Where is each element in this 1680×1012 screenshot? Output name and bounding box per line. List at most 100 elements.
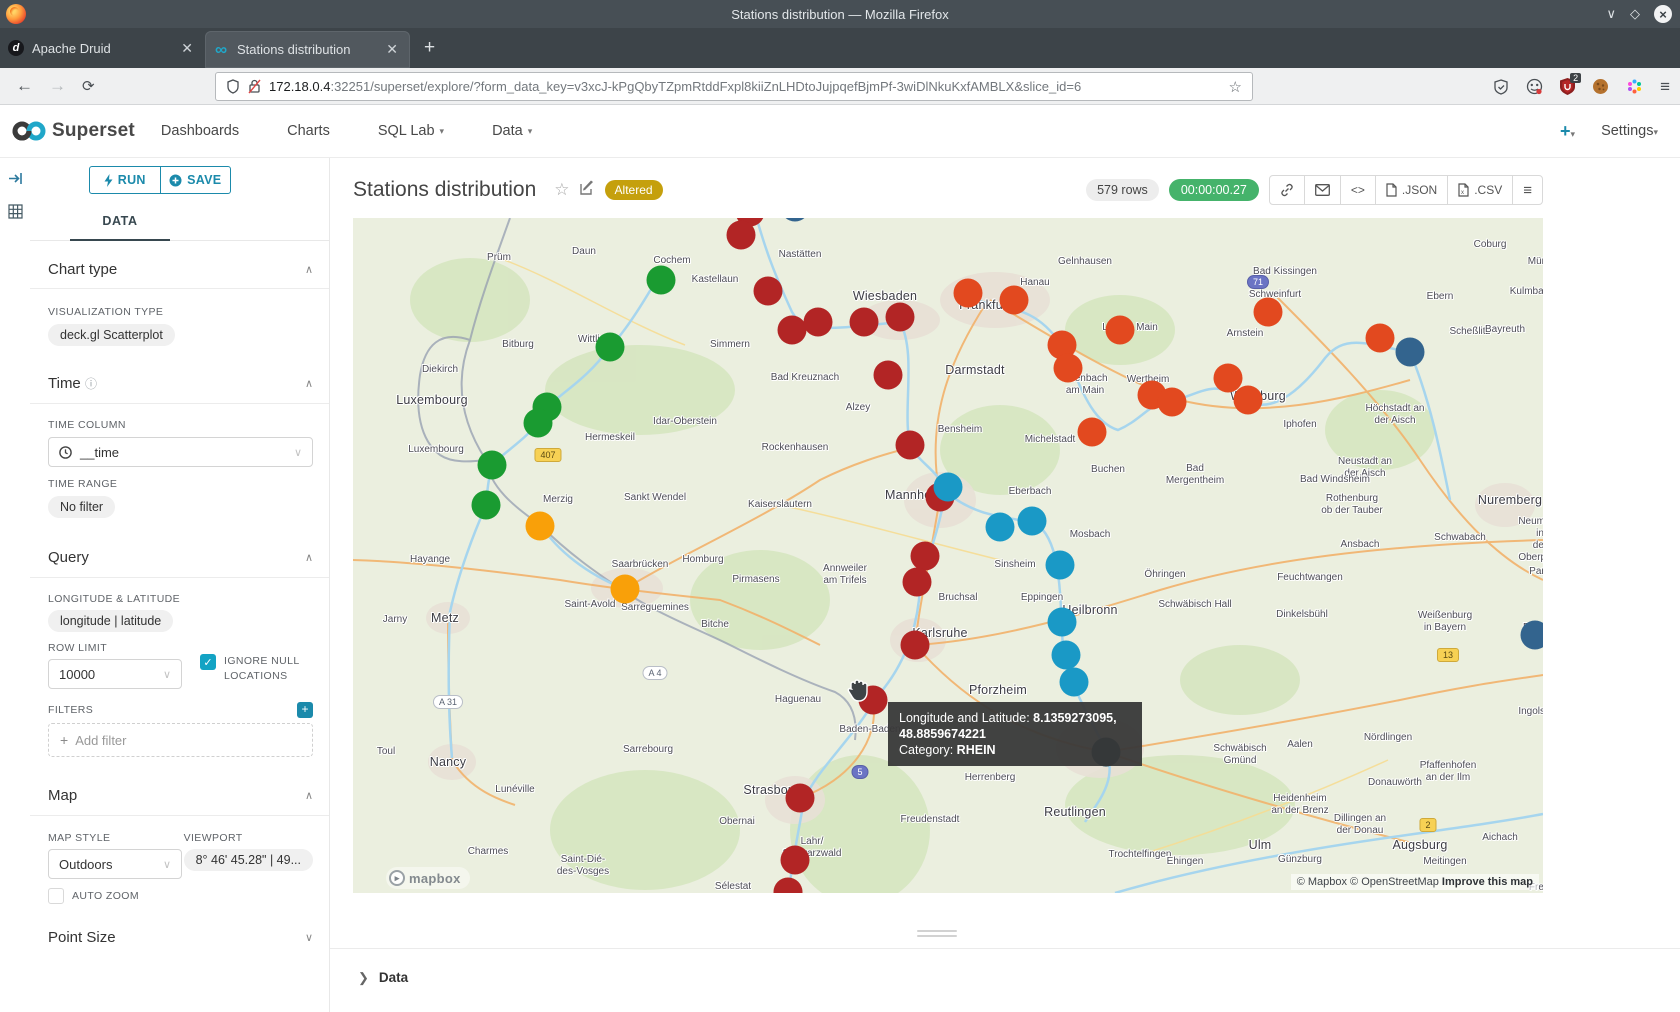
time-range-value[interactable]: No filter [48, 496, 115, 518]
scatter-point[interactable] [886, 303, 915, 332]
scatter-point[interactable] [478, 451, 507, 480]
tab-data[interactable]: DATA [70, 208, 170, 228]
resize-handle[interactable] [330, 926, 1543, 940]
scatter-point[interactable] [896, 431, 925, 460]
run-button[interactable]: RUN [90, 167, 161, 193]
scatter-point[interactable] [524, 409, 553, 438]
scatter-point[interactable] [1396, 338, 1425, 367]
scatter-point[interactable] [874, 361, 903, 390]
chevron-right-icon[interactable]: ❯ [358, 970, 369, 986]
scatter-point[interactable] [911, 542, 940, 571]
section-point-size[interactable]: Point Size∨ [48, 929, 313, 946]
tab-close-icon[interactable]: ✕ [382, 41, 402, 58]
ignore-null-checkbox[interactable]: ✓ IGNORE NULL LOCATIONS [200, 654, 313, 684]
lonlat-value[interactable]: longitude | latitude [48, 610, 173, 632]
auto-zoom-checkbox[interactable]: AUTO ZOOM [48, 888, 313, 904]
section-chart-type[interactable]: Chart type∧ [48, 261, 313, 278]
save-button[interactable]: SAVE [161, 167, 231, 193]
maximize-icon[interactable]: ◇ [1630, 6, 1640, 22]
row-limit-select[interactable]: 10000∨ [48, 659, 182, 689]
container-pinwheel-icon[interactable] [1626, 78, 1643, 95]
reload-button[interactable]: ⟳ [82, 77, 95, 95]
viz-type-value[interactable]: deck.gl Scatterplot [48, 324, 175, 346]
cookie-icon[interactable] [1592, 78, 1609, 95]
shield-icon[interactable] [226, 79, 240, 94]
scatter-point[interactable] [1048, 608, 1077, 637]
add-filter-plus-button[interactable]: + [297, 702, 313, 718]
improve-map-link[interactable]: Improve this map [1442, 876, 1533, 888]
data-section-label[interactable]: Data [379, 970, 408, 985]
time-column-select[interactable]: __time ∨ [48, 437, 313, 467]
scatter-point[interactable] [901, 631, 930, 660]
scatter-point[interactable] [903, 568, 932, 597]
scatter-point[interactable] [778, 316, 807, 345]
embed-code-button[interactable]: <> [1341, 176, 1376, 204]
mapbox-logo[interactable]: ▸ mapbox [386, 867, 470, 889]
scatter-point[interactable] [1078, 418, 1107, 447]
email-button[interactable] [1305, 176, 1341, 204]
close-icon[interactable]: × [1654, 5, 1672, 23]
scatter-point[interactable] [1366, 324, 1395, 353]
nav-data[interactable]: Data▾ [492, 123, 532, 139]
tab-stations-distribution[interactable]: ∞ Stations distribution ✕ [205, 31, 410, 68]
scatter-point[interactable] [754, 277, 783, 306]
settings-menu[interactable]: Settings▾ [1601, 123, 1658, 139]
add-new-button[interactable]: +▾ [1560, 121, 1575, 142]
scatter-point[interactable] [781, 846, 810, 875]
lock-insecure-icon[interactable] [248, 79, 261, 94]
export-json-button[interactable]: .JSON [1376, 176, 1448, 204]
back-button[interactable]: ← [16, 76, 33, 96]
scatter-point[interactable] [472, 491, 501, 520]
scatter-point[interactable] [596, 333, 625, 362]
minimize-icon[interactable]: ∨ [1606, 6, 1616, 22]
section-time[interactable]: Time ⓘ ∧ [48, 375, 313, 392]
scatter-point[interactable] [986, 513, 1015, 542]
pocket-shield-icon[interactable] [1493, 79, 1509, 95]
edit-properties-icon[interactable] [580, 180, 595, 200]
favorite-star-icon[interactable]: ☆ [554, 180, 569, 200]
scatter-point[interactable] [1234, 386, 1263, 415]
scatter-point[interactable] [1046, 551, 1075, 580]
scatter-point[interactable] [1060, 668, 1089, 697]
collapse-panel-icon[interactable] [8, 172, 30, 190]
superset-logo[interactable]: Superset [12, 119, 135, 143]
scatter-point[interactable] [1052, 641, 1081, 670]
nav-charts[interactable]: Charts [287, 123, 330, 139]
section-query[interactable]: Query∧ [48, 549, 313, 566]
scatter-point[interactable] [1521, 621, 1544, 650]
ublock-icon[interactable]: 2 [1560, 78, 1575, 95]
mask-icon[interactable] [1526, 78, 1543, 95]
scatter-point[interactable] [804, 308, 833, 337]
scatter-point[interactable] [934, 473, 963, 502]
tab-close-icon[interactable]: ✕ [177, 40, 197, 57]
section-map[interactable]: Map∧ [48, 787, 313, 804]
scatter-point[interactable] [526, 512, 555, 541]
more-options-icon[interactable]: ≡ [1513, 176, 1542, 204]
scatter-point[interactable] [611, 575, 640, 604]
scatter-point[interactable] [1000, 286, 1029, 315]
scatter-point[interactable] [1254, 298, 1283, 327]
bookmark-star-icon[interactable]: ☆ [1229, 78, 1242, 96]
scatter-point[interactable] [1054, 354, 1083, 383]
add-filter-box[interactable]: + Add filter [48, 723, 313, 757]
scatter-point[interactable] [786, 784, 815, 813]
viewport-value[interactable]: 8° 46' 45.28" | 49... [184, 849, 313, 871]
tab-apache-druid[interactable]: d Apache Druid ✕ [0, 28, 205, 68]
map-style-select[interactable]: Outdoors∨ [48, 849, 182, 879]
scatter-point[interactable] [647, 266, 676, 295]
new-tab-button[interactable]: + [410, 28, 449, 68]
url-bar[interactable]: 172.18.0.4:32251/superset/explore/?form_… [215, 72, 1253, 101]
export-csv-button[interactable]: x.CSV [1448, 176, 1513, 204]
scatter-point[interactable] [1018, 507, 1047, 536]
copy-link-button[interactable] [1270, 176, 1305, 204]
scatter-point[interactable] [954, 279, 983, 308]
scatter-point[interactable] [1158, 388, 1187, 417]
datasource-grid-icon[interactable] [8, 204, 30, 224]
nav-dashboards[interactable]: Dashboards [161, 123, 239, 139]
menu-icon[interactable]: ≡ [1660, 77, 1670, 97]
deckgl-scatterplot-map[interactable]: PrümDaunCochemKastellaunNastättenWiesbad… [353, 218, 1543, 893]
scatter-point[interactable] [1106, 316, 1135, 345]
forward-button[interactable]: → [49, 76, 66, 96]
scatter-point[interactable] [727, 221, 756, 250]
nav-sql-lab[interactable]: SQL Lab▾ [378, 123, 444, 139]
